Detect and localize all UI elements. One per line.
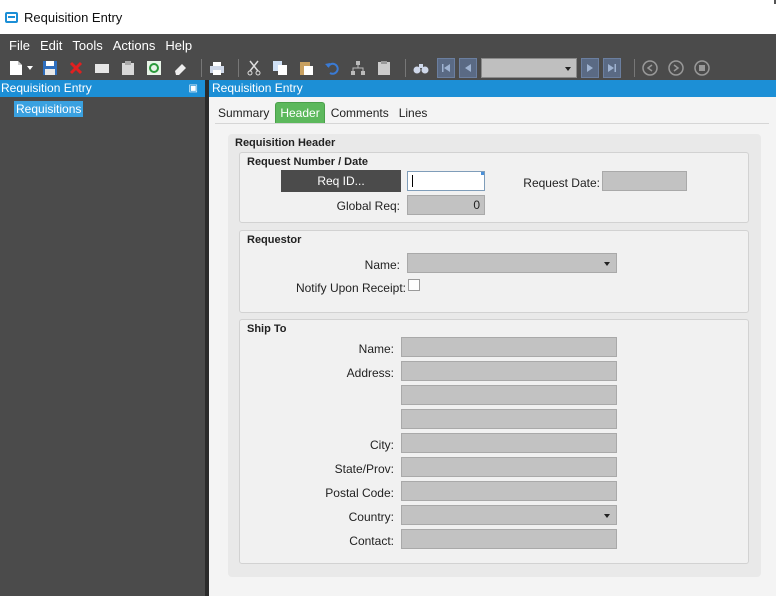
navigation-pane-title: Requisition Entry [1,81,92,95]
dropdown-arrow-icon[interactable] [26,58,34,78]
notify-upon-receipt-label: Notify Upon Receipt: [295,281,406,295]
ship-to-address-line-3[interactable] [401,409,617,429]
new-icon[interactable] [6,58,26,78]
requisition-header-title: Requisition Header [235,137,336,149]
ship-to-state-label: State/Prov: [334,462,394,476]
tab-summary[interactable]: Summary [214,103,273,123]
delete-icon[interactable] [66,58,86,78]
tree-item-requisitions[interactable]: Requisitions [14,101,84,117]
copy-icon[interactable] [270,58,290,78]
window-title: Requisition Entry [24,9,123,25]
paste-icon[interactable] [296,58,316,78]
detail-pane-header: Requisition Entry [209,80,776,97]
toolbar [0,56,776,80]
navigation-pane-header: Requisition Entry ▣ [0,80,205,97]
ship-to-city-field[interactable] [401,433,617,453]
ship-to-group: Ship To Name: Address: City: State/Prov:… [239,319,749,564]
toolbar-separator [634,59,635,77]
ship-to-address-label: Address: [346,366,394,380]
back-icon[interactable] [640,58,660,78]
request-date-field[interactable] [602,171,687,191]
ship-to-state-field[interactable] [401,457,617,477]
requestor-name-select[interactable] [407,253,617,273]
global-req-label: Global Req: [336,199,400,213]
ship-to-contact-field[interactable] [401,529,617,549]
requisition-header-panel: Requisition Header Request Number / Date… [228,134,761,577]
undo-icon[interactable] [322,58,342,78]
tab-strip: Summary Header Comments Lines [214,101,433,123]
menu-actions[interactable]: Actions [108,38,161,53]
ship-to-address-line-1[interactable] [401,361,617,381]
navigation-pane: Requisition Entry ▣ Requisitions [0,80,205,596]
ship-to-name-label: Name: [358,342,394,356]
request-number-group: Request Number / Date Req ID... Request … [239,152,749,223]
toolbar-separator [238,59,239,77]
next-record-icon[interactable] [581,58,599,78]
global-req-field[interactable]: 0 [407,195,485,215]
ship-to-name-field[interactable] [401,337,617,357]
title-bar: Requisition Entry [0,0,776,34]
tab-header[interactable]: Header [275,102,325,123]
request-date-label: Request Date: [523,176,600,190]
detail-pane-title: Requisition Entry [212,81,303,95]
requestor-name-label: Name: [364,258,400,272]
toolbar-separator [201,59,202,77]
cut-icon[interactable] [244,58,264,78]
first-record-icon[interactable] [437,58,455,78]
ship-to-postal-label: Postal Code: [325,486,394,500]
ship-to-title: Ship To [247,323,287,335]
find-icon[interactable] [411,58,431,78]
ship-to-city-label: City: [370,438,394,452]
ship-to-postal-field[interactable] [401,481,617,501]
tabs-area: Summary Header Comments Lines Requisitio… [209,97,776,596]
requestor-group: Requestor Name: Notify Upon Receipt: [239,230,749,313]
hierarchy-icon[interactable] [348,58,368,78]
request-number-title: Request Number / Date [247,156,369,168]
menu-bar: File Edit Tools Actions Help [0,34,776,56]
eraser-icon[interactable] [170,58,190,78]
toolbar-separator [405,59,406,77]
requestor-title: Requestor [247,234,302,246]
save-icon[interactable] [40,58,60,78]
notify-upon-receipt-checkbox[interactable] [408,279,420,291]
menu-help[interactable]: Help [160,38,197,53]
ship-to-country-select[interactable] [401,505,617,525]
app-icon [5,11,18,23]
copy-doc-icon[interactable] [118,58,138,78]
menu-tools[interactable]: Tools [67,38,107,53]
print-icon[interactable] [207,58,227,78]
detail-pane: Requisition Entry Summary Header Comment… [209,80,776,596]
clipboard-icon[interactable] [374,58,394,78]
menu-file[interactable]: File [4,38,35,53]
last-record-icon[interactable] [603,58,621,78]
pin-icon[interactable]: ▣ [189,80,198,97]
ship-to-address-line-2[interactable] [401,385,617,405]
stop-icon[interactable] [692,58,712,78]
header-tab-body: Requisition Header Request Number / Date… [215,123,769,593]
req-id-button[interactable]: Req ID... [281,170,401,192]
tab-comments[interactable]: Comments [327,103,393,123]
ship-to-country-label: Country: [348,510,394,524]
ship-to-contact-label: Contact: [349,534,394,548]
text-caret [412,175,413,187]
menu-edit[interactable]: Edit [35,38,67,53]
tab-lines[interactable]: Lines [395,103,432,123]
forward-icon[interactable] [666,58,686,78]
record-selector[interactable] [481,58,577,78]
clear-icon[interactable] [92,58,112,78]
req-id-input[interactable] [407,171,485,191]
prev-record-icon[interactable] [459,58,477,78]
field-corner-marker [481,172,484,175]
refresh-icon[interactable] [144,58,164,78]
